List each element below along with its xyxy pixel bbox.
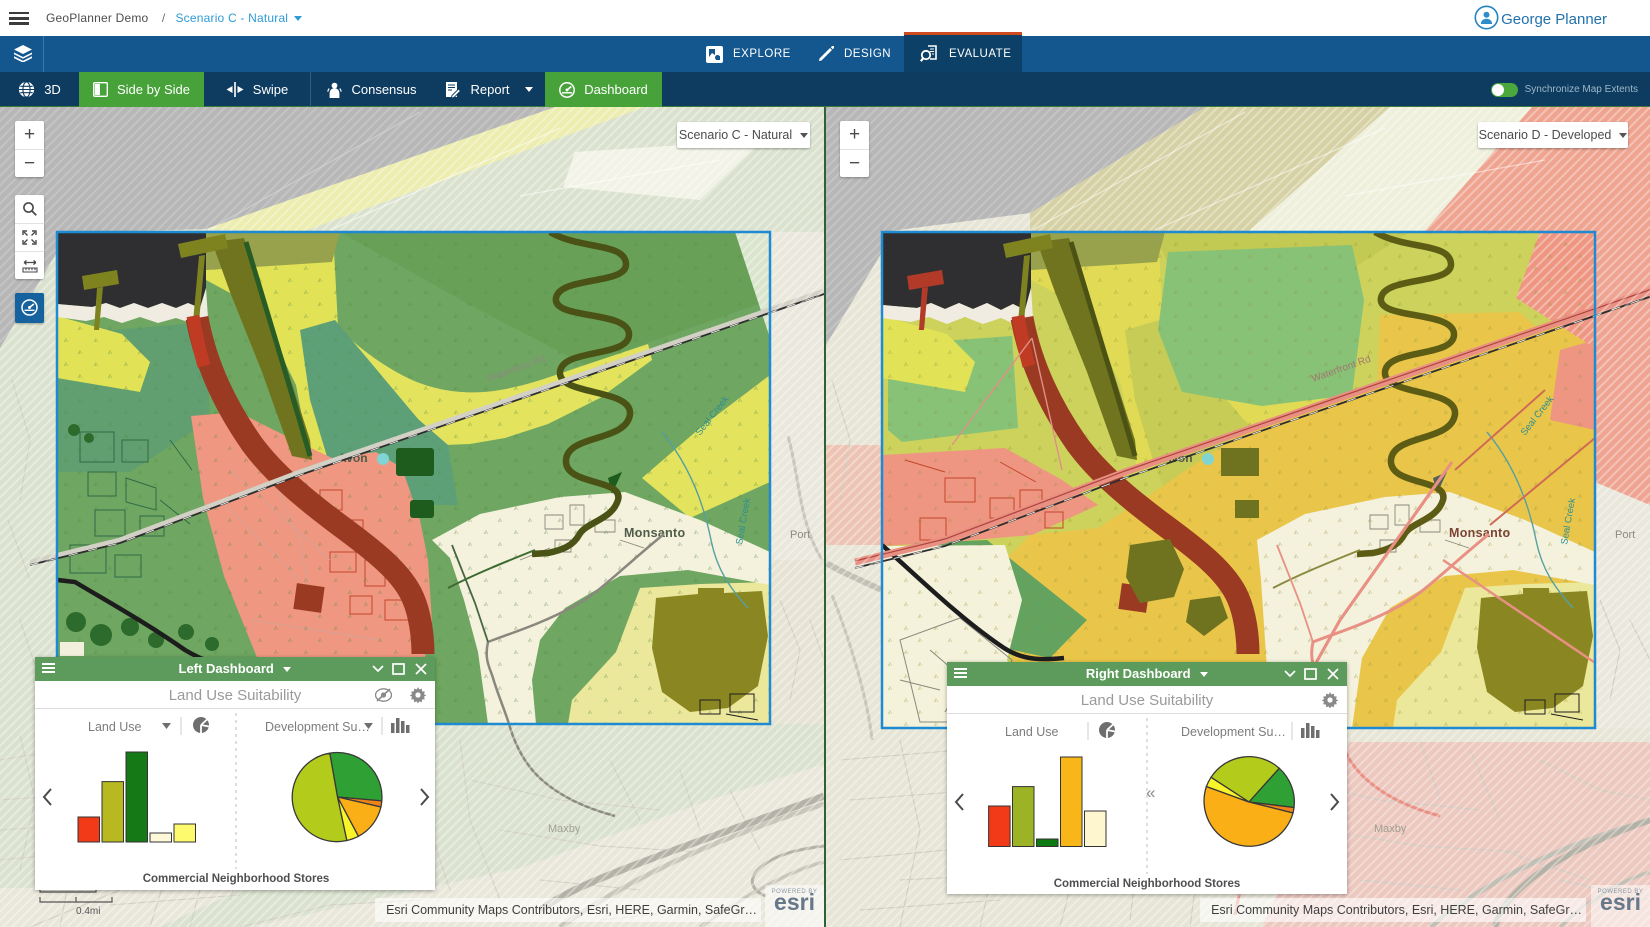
svg-text:Commercial Neighborhood Stores: Commercial Neighborhood Stores [1054,878,1241,890]
svg-text:0.4mi: 0.4mi [76,906,100,917]
svg-text:Monsanto: Monsanto [1449,526,1510,540]
svg-text:Commercial Neighborhood Stores: Commercial Neighborhood Stores [143,873,330,885]
svg-text:«: « [1146,783,1155,802]
svg-text:Maxby: Maxby [1374,823,1407,835]
svg-text:Port: Port [1615,529,1635,541]
svg-text:Maxby: Maxby [548,823,581,835]
svg-text:Land Use: Land Use [1005,725,1059,739]
svg-text:Development Su…: Development Su… [1181,725,1286,739]
svg-text:Development Su…: Development Su… [265,720,370,734]
svg-text:Port: Port [790,529,810,541]
svg-text:Monsanto: Monsanto [624,526,685,540]
svg-text:Land Use: Land Use [88,720,142,734]
